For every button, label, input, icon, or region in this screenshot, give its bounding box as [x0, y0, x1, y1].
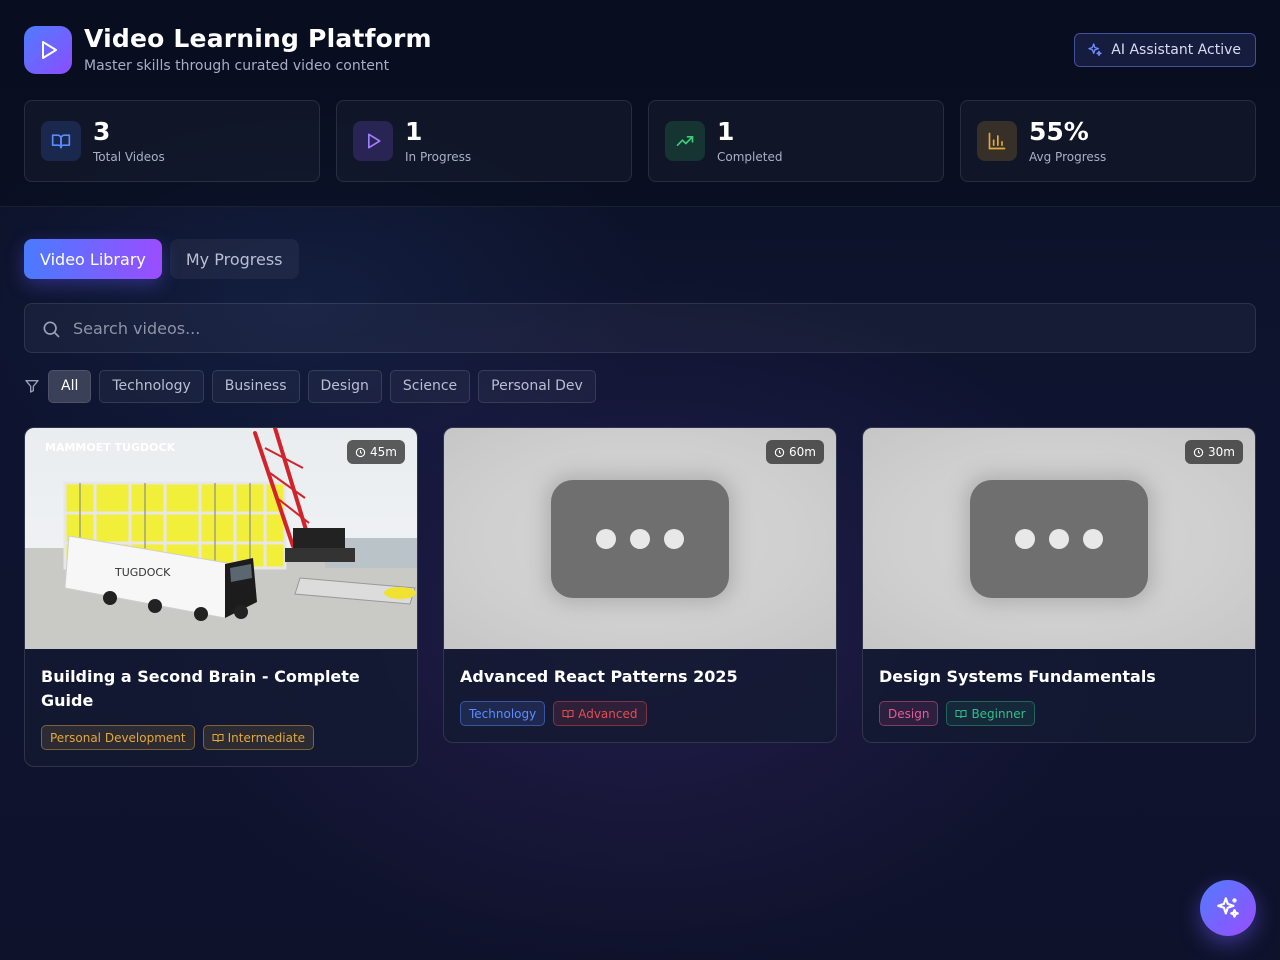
sparkles-icon [1088, 43, 1102, 56]
stat-completed: 1 Completed [648, 100, 944, 182]
search-bar [24, 303, 1256, 353]
clock-icon [774, 447, 785, 457]
stat-label: Total Videos [93, 150, 165, 164]
duration-badge: 45m [347, 440, 405, 464]
app-title: Video Learning Platform [84, 24, 432, 53]
category-tag: Technology [460, 701, 546, 726]
tab-video-library[interactable]: Video Library [24, 239, 162, 279]
tab-my-progress[interactable]: My Progress [169, 239, 299, 279]
play-icon [368, 133, 381, 149]
book-open-icon [562, 709, 574, 718]
level-tag: Advanced [553, 701, 647, 726]
stat-value: 1 [717, 117, 735, 146]
video-grid: TUGDOCK MAMMOET TUGDOCK 45m Building a S… [24, 427, 1256, 767]
duration-badge: 60m [766, 440, 824, 464]
stat-icon-wrap [353, 121, 393, 161]
filter-chip-all[interactable]: All [48, 369, 92, 403]
filter-chip-science[interactable]: Science [389, 369, 471, 403]
bar-chart-icon [988, 132, 1006, 150]
ai-assistant-fab[interactable] [1200, 880, 1256, 936]
video-thumbnail[interactable]: TUGDOCK MAMMOET TUGDOCK 45m [25, 428, 417, 649]
duration-text: 60m [789, 445, 816, 459]
stat-icon-wrap [41, 121, 81, 161]
card-body: Advanced React Patterns 2025 Technology … [444, 649, 836, 742]
filter-icon [25, 380, 39, 393]
stat-value: 3 [93, 117, 111, 146]
video-title[interactable]: Building a Second Brain - Complete Guide [41, 665, 401, 713]
category-filters: All Technology Business Design Science P… [24, 369, 596, 403]
stat-value: 1 [405, 117, 423, 146]
category-tag: Design [879, 701, 939, 726]
search-input[interactable] [73, 304, 1243, 352]
level-text: Advanced [578, 706, 638, 721]
thumbnail-watermark: MAMMOET TUGDOCK [45, 441, 176, 454]
stat-avg-progress: 55% Avg Progress [960, 100, 1256, 182]
video-card[interactable]: 60m Advanced React Patterns 2025 Technol… [443, 427, 837, 743]
trending-up-icon [676, 136, 694, 146]
app-subtitle: Master skills through curated video cont… [84, 58, 390, 74]
video-tags: Design Beginner [879, 701, 1239, 726]
sparkles-icon [1217, 897, 1239, 918]
book-open-icon [955, 709, 967, 718]
stat-label: Avg Progress [1029, 150, 1107, 164]
video-thumbnail[interactable]: 30m [863, 428, 1255, 649]
video-title[interactable]: Advanced React Patterns 2025 [460, 665, 820, 689]
main-tabs: Video Library My Progress [24, 239, 299, 279]
filter-chip-design[interactable]: Design [307, 369, 382, 403]
duration-text: 45m [370, 445, 397, 459]
card-body: Building a Second Brain - Complete Guide… [25, 649, 417, 766]
ai-badge-label: AI Assistant Active [1111, 42, 1241, 58]
stat-icon-wrap [977, 121, 1017, 161]
search-icon [43, 321, 60, 338]
level-tag: Beginner [946, 701, 1035, 726]
level-tag: Intermediate [202, 725, 315, 750]
trailer-text: TUGDOCK [114, 566, 171, 579]
video-placeholder-icon [970, 479, 1148, 598]
level-text: Beginner [971, 706, 1026, 721]
stat-label: In Progress [405, 150, 472, 164]
video-card[interactable]: 30m Design Systems Fundamentals Design B… [862, 427, 1256, 743]
level-text: Intermediate [227, 730, 306, 745]
video-title[interactable]: Design Systems Fundamentals [879, 665, 1239, 689]
app-logo [24, 26, 72, 74]
book-open-icon [51, 134, 71, 149]
video-card[interactable]: TUGDOCK MAMMOET TUGDOCK 45m Building a S… [24, 427, 418, 767]
stats-row: 3 Total Videos 1 In Progress 1 Completed… [24, 100, 1256, 182]
video-placeholder-icon [551, 479, 729, 598]
clock-icon [1193, 447, 1204, 457]
play-icon [42, 41, 57, 59]
category-tag: Personal Development [41, 725, 195, 750]
video-thumbnail[interactable]: 60m [444, 428, 836, 649]
stat-in-progress: 1 In Progress [336, 100, 632, 182]
video-tags: Technology Advanced [460, 701, 820, 726]
duration-badge: 30m [1185, 440, 1243, 464]
card-body: Design Systems Fundamentals Design Begin… [863, 649, 1255, 742]
stat-total-videos: 3 Total Videos [24, 100, 320, 182]
filter-chip-technology[interactable]: Technology [99, 369, 204, 403]
video-tags: Personal Development Intermediate [41, 725, 401, 750]
clock-icon [355, 447, 366, 457]
book-open-icon [212, 733, 224, 742]
ai-assistant-badge[interactable]: AI Assistant Active [1074, 33, 1256, 67]
filter-chip-personal-dev[interactable]: Personal Dev [478, 369, 596, 403]
stat-value: 55% [1029, 117, 1089, 146]
header: Video Learning Platform Master skills th… [0, 0, 1280, 207]
stat-label: Completed [717, 150, 783, 164]
duration-text: 30m [1208, 445, 1235, 459]
stat-icon-wrap [665, 121, 705, 161]
filter-chip-business[interactable]: Business [211, 369, 300, 403]
